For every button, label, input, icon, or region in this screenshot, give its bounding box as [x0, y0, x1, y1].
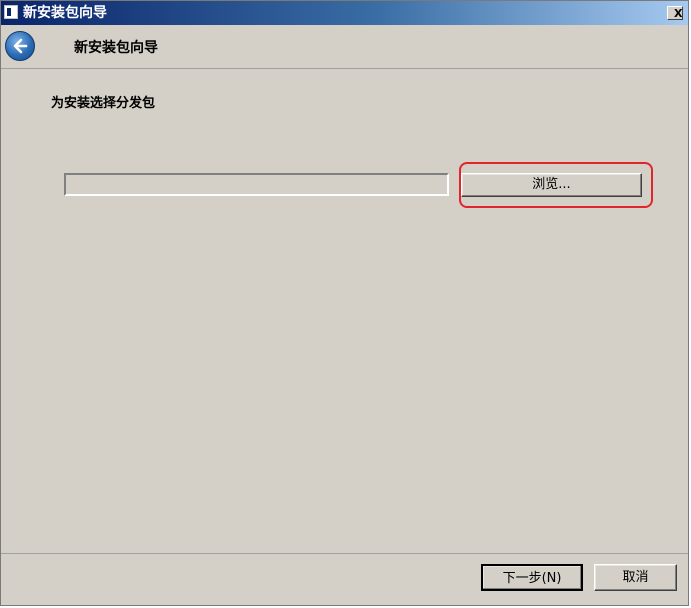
next-button[interactable]: 下一步(N)	[481, 564, 583, 591]
package-path-input[interactable]	[64, 173, 449, 196]
installer-app-icon	[4, 5, 18, 19]
close-button[interactable]: X	[667, 6, 683, 20]
section-heading: 为安装选择分发包	[51, 96, 156, 111]
window-title: 新安装包向导	[23, 5, 107, 21]
page-title: 新安装包向导	[74, 40, 158, 56]
browse-button[interactable]: 浏览...	[461, 173, 642, 197]
close-icon: X	[674, 7, 683, 20]
title-bar[interactable]: 新安装包向导 X	[1, 1, 688, 25]
wizard-footer: 下一步(N) 取消	[1, 553, 688, 605]
wizard-header: 新安装包向导	[1, 25, 688, 69]
wizard-window: 新安装包向导 X 新安装包向导 为安装选择分发包 浏览... 下一步(N) 取消	[0, 0, 689, 606]
cancel-button[interactable]: 取消	[594, 564, 677, 591]
wizard-content: 为安装选择分发包 浏览...	[1, 69, 688, 553]
back-button[interactable]	[5, 31, 35, 61]
back-arrow-icon	[13, 38, 28, 54]
